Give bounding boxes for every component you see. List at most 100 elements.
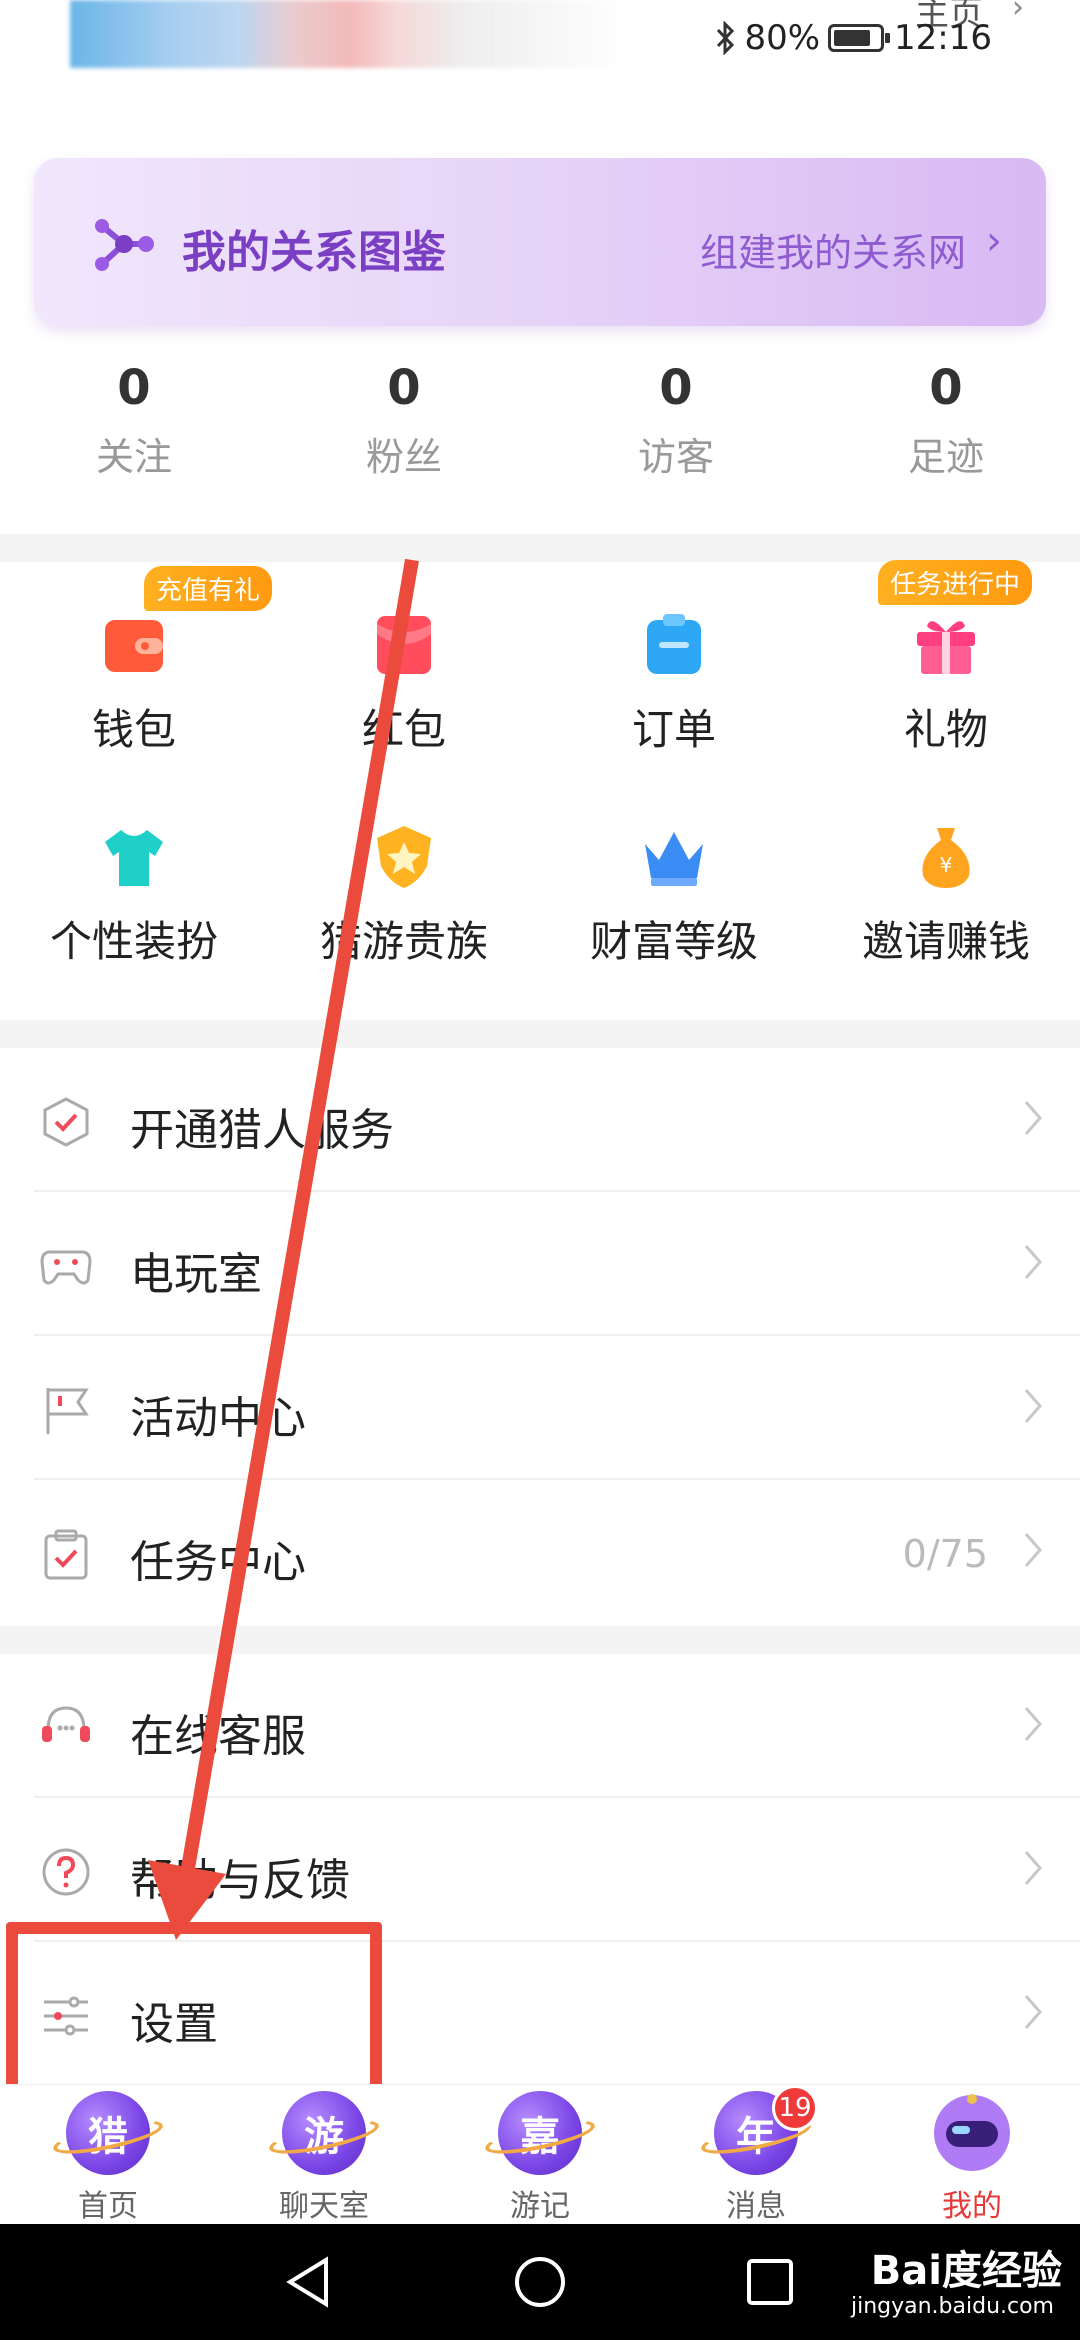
- row-label: 在线客服: [130, 1711, 306, 1762]
- clock: 12:16: [894, 18, 992, 58]
- stat-label: 足迹: [907, 435, 984, 479]
- grid-item-invite[interactable]: ¥ 邀请赚钱: [826, 822, 1066, 969]
- system-nav-bar: Bai度经验 jingyan.baidu.com: [0, 2224, 1080, 2340]
- grid-label: 个性装扮: [49, 917, 218, 966]
- shield-check-icon: [43, 1097, 89, 1147]
- astronaut-icon: [934, 2094, 1010, 2171]
- blurred-profile-area: [70, 0, 630, 68]
- planet-icon: 嘉: [498, 2091, 582, 2175]
- wallet-icon: [105, 620, 163, 672]
- grid-item-noble[interactable]: 猎游贵族: [284, 822, 524, 969]
- tab-label: 消息: [726, 2189, 786, 2224]
- task-in-progress-badge: 任务进行中: [878, 560, 1033, 605]
- clipboard-check-icon: [44, 1529, 88, 1580]
- grid-item-gift[interactable]: 礼物: [826, 610, 1066, 757]
- svg-text:¥: ¥: [940, 853, 953, 877]
- stat-following[interactable]: 0 关注: [34, 360, 234, 481]
- red-envelope-icon: [377, 616, 431, 674]
- grid-label: 猎游贵族: [319, 917, 488, 966]
- tab-label: 游记: [510, 2189, 570, 2224]
- grid-label: 礼物: [903, 705, 988, 754]
- stat-footprints[interactable]: 0 足迹: [846, 360, 1046, 481]
- tshirt-icon: [105, 830, 163, 886]
- tab-label: 聊天室: [279, 2189, 369, 2224]
- recharge-badge: 充值有礼: [144, 566, 273, 611]
- row-label: 活动中心: [130, 1393, 306, 1444]
- chevron-right-icon: [1024, 1389, 1042, 1423]
- planet-glyph: 猎: [88, 2114, 128, 2160]
- stat-visitors[interactable]: 0 访客: [576, 360, 776, 481]
- row-label: 电玩室: [130, 1249, 262, 1300]
- flag-icon: [46, 1388, 89, 1434]
- row-label: 任务中心: [130, 1537, 306, 1588]
- grid-item-wealth-level[interactable]: 财富等级: [554, 822, 794, 969]
- back-icon[interactable]: [282, 2254, 338, 2310]
- status-bar: 主页 › 80% 12:16: [0, 0, 1080, 75]
- row-label: 帮助与反馈: [130, 1855, 350, 1906]
- crown-icon: [645, 832, 703, 886]
- tab-label: 我的: [942, 2189, 1002, 2224]
- menu-task-center[interactable]: 任务中心 0/75: [0, 1480, 1080, 1624]
- planet-icon: 游: [282, 2091, 366, 2175]
- menu-game-room[interactable]: 电玩室: [0, 1192, 1080, 1336]
- recents-icon[interactable]: [742, 2254, 798, 2310]
- stat-value: 0: [117, 360, 151, 416]
- grid-label: 钱包: [91, 705, 176, 754]
- stat-value: 0: [387, 360, 421, 416]
- section-divider: [0, 1626, 1080, 1654]
- battery-percent: 80%: [744, 18, 821, 58]
- section-divider: [0, 534, 1080, 562]
- section-divider: [0, 1020, 1080, 1048]
- stat-fans[interactable]: 0 粉丝: [304, 360, 504, 481]
- gift-icon: [917, 621, 975, 674]
- banner-link[interactable]: 组建我的关系网: [700, 222, 966, 277]
- home-icon[interactable]: [512, 2254, 568, 2310]
- grid-item-outfit[interactable]: 个性装扮: [14, 822, 254, 969]
- chevron-right-icon: [1024, 1101, 1042, 1135]
- stat-label: 访客: [637, 435, 714, 479]
- tab-chatroom[interactable]: 游 聊天室: [216, 2085, 432, 2225]
- chevron-right-icon: ›: [1012, 0, 1024, 25]
- stats-row: 0 关注 0 粉丝 0 访客 0 足迹: [0, 360, 1080, 510]
- grid-item-orders[interactable]: 订单: [554, 610, 794, 757]
- grid-label: 红包: [361, 705, 446, 754]
- tab-messages[interactable]: 年 19 消息: [648, 2085, 864, 2225]
- planet-glyph: 年: [736, 2114, 776, 2160]
- tab-label: 首页: [78, 2189, 138, 2224]
- battery-icon: [828, 24, 891, 52]
- money-bag-icon: ¥: [922, 828, 970, 888]
- planet-glyph: 游: [304, 2114, 344, 2160]
- stat-label: 关注: [95, 435, 172, 479]
- chevron-right-icon: [1024, 1533, 1042, 1567]
- menu-help-feedback[interactable]: 帮助与反馈: [0, 1798, 1080, 1942]
- menu-customer-service[interactable]: 在线客服: [0, 1654, 1080, 1798]
- grid-item-red-envelope[interactable]: 红包: [284, 610, 524, 757]
- baidu-watermark: Bai度经验: [870, 2248, 1062, 2294]
- bottom-nav: 猎 首页 游 聊天室 嘉 游记 年 19 消息 我的: [0, 2084, 1080, 2224]
- settings-highlight-box: [6, 1922, 382, 2096]
- grid-label: 邀请赚钱: [861, 917, 1030, 966]
- question-icon: [42, 1848, 90, 1896]
- chevron-right-icon: ›: [986, 218, 1002, 264]
- grid-item-wallet[interactable]: 钱包: [14, 610, 254, 757]
- headset-icon: [42, 1706, 90, 1742]
- stat-value: 0: [929, 360, 963, 416]
- planet-icon: 猎: [66, 2091, 150, 2175]
- grid-label: 订单: [631, 705, 716, 754]
- tab-travelogue[interactable]: 嘉 游记: [432, 2085, 648, 2225]
- tab-mine[interactable]: 我的: [864, 2085, 1080, 2225]
- tab-home[interactable]: 猎 首页: [0, 2085, 216, 2225]
- bluetooth-icon: [717, 21, 735, 55]
- relationship-banner[interactable]: 我的关系图鉴 组建我的关系网 ›: [34, 158, 1046, 326]
- stat-label: 粉丝: [365, 435, 442, 479]
- unread-badge: 19: [772, 2085, 818, 2131]
- gamepad-icon: [40, 1250, 92, 1285]
- menu-activity-center[interactable]: 活动中心: [0, 1336, 1080, 1480]
- noble-shield-icon: [377, 826, 431, 888]
- watermark-url: jingyan.baidu.com: [850, 2294, 1054, 2319]
- planet-glyph: 嘉: [520, 2114, 560, 2160]
- row-label: 开通猎人服务: [130, 1105, 394, 1156]
- chevron-right-icon: [1024, 1851, 1042, 1885]
- menu-hunter-service[interactable]: 开通猎人服务: [0, 1048, 1080, 1192]
- chevron-right-icon: [1024, 1707, 1042, 1741]
